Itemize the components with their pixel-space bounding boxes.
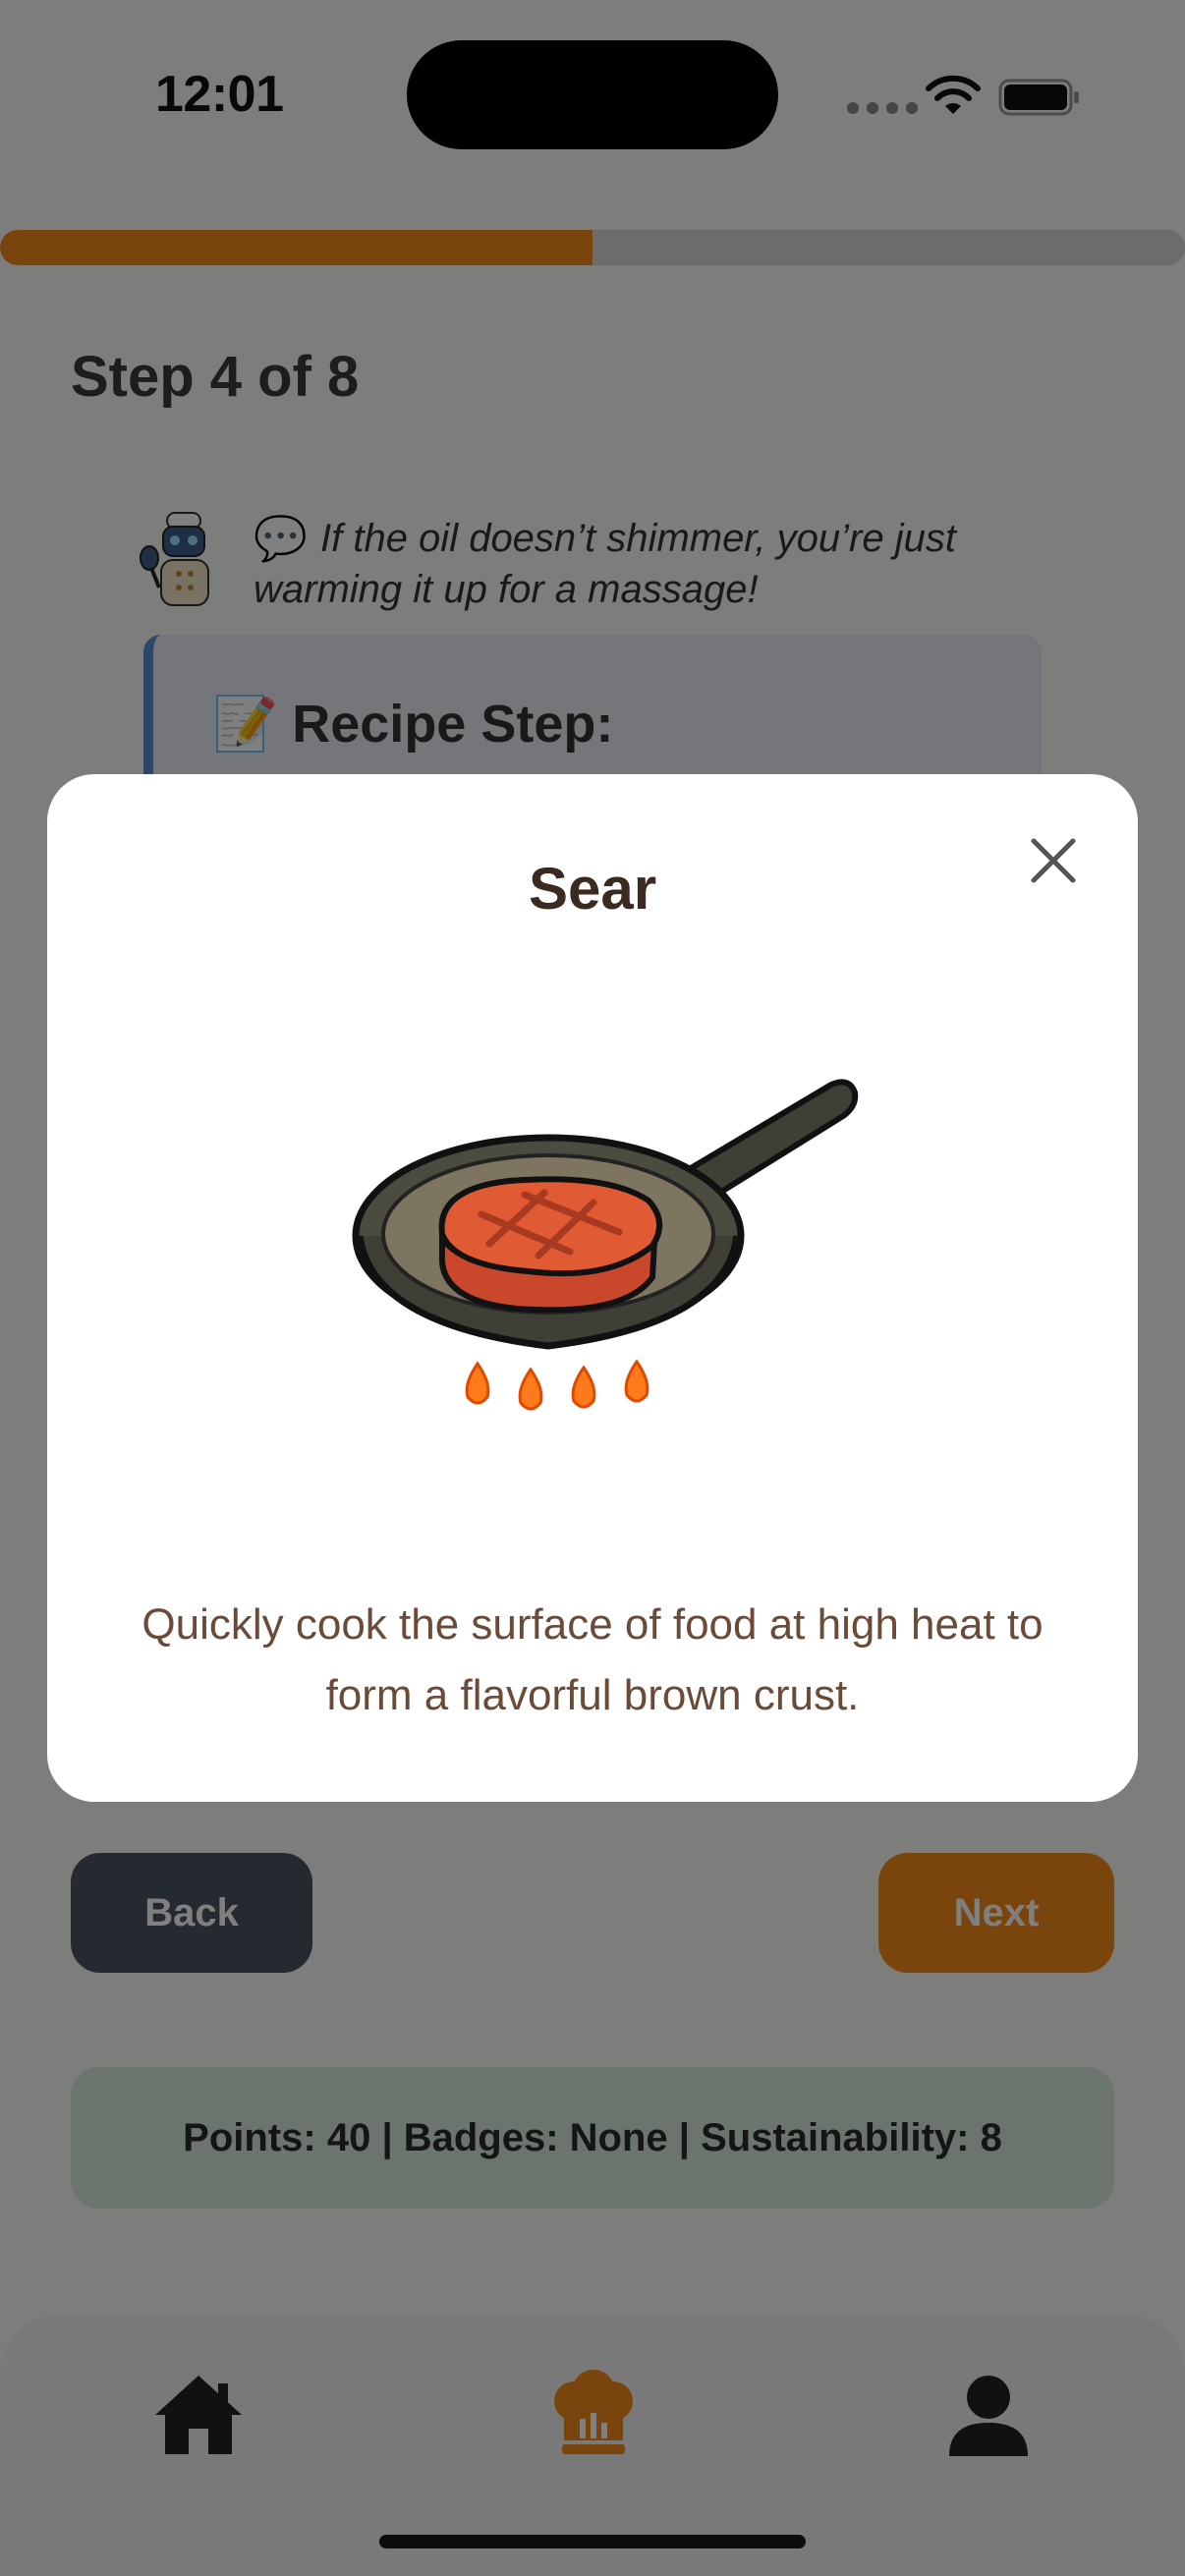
- modal-description: Quickly cook the surface of food at high…: [141, 1600, 1044, 1719]
- technique-modal: Sear Quickly cook the surface of food at…: [47, 774, 1138, 1802]
- close-icon[interactable]: [1022, 829, 1085, 892]
- searing-pan-illustration: [352, 1079, 859, 1411]
- modal-title: Sear: [528, 856, 657, 922]
